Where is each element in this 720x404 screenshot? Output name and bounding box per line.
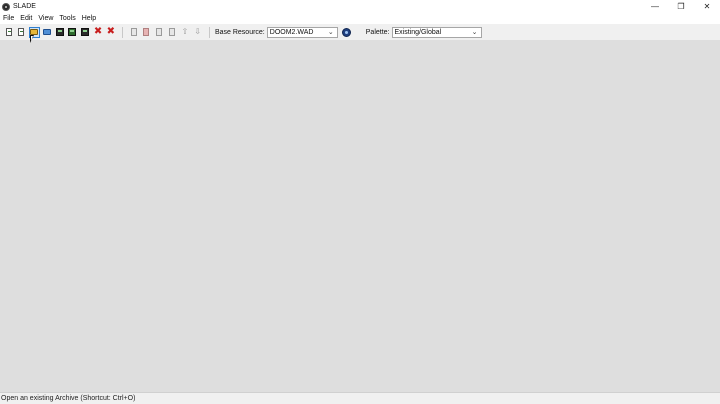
window-title: SLADE: [13, 3, 36, 10]
toolbar: ✖ ✖ ⇧ ⇩ Base Resource: DOOM2.WAD ⌄ Palet…: [0, 24, 720, 40]
slade-app-icon: [2, 2, 10, 11]
close-all-icon: ✖: [106, 26, 116, 37]
save-as-button[interactable]: [67, 27, 78, 38]
export-entry-icon: [169, 28, 176, 36]
new-wad-icon: [5, 28, 12, 36]
chevron-down-icon: ⌄: [471, 28, 478, 36]
menu-file[interactable]: File: [3, 15, 14, 22]
new-entry-icon: [130, 28, 137, 36]
save-all-button[interactable]: [80, 27, 91, 38]
save-all-icon: [81, 28, 90, 36]
base-resource-select[interactable]: DOOM2.WAD ⌄: [266, 26, 338, 38]
move-down-button[interactable]: ⇩: [192, 27, 203, 38]
delete-entry-icon: [143, 28, 150, 36]
menu-help[interactable]: Help: [82, 15, 96, 22]
new-entry-button[interactable]: [128, 27, 139, 38]
close-all-button[interactable]: ✖: [105, 27, 116, 38]
mouse-cursor-icon: [30, 35, 38, 43]
import-entry-icon: [156, 28, 163, 36]
import-entry-button[interactable]: [154, 27, 165, 38]
move-up-button[interactable]: ⇧: [179, 27, 190, 38]
title-bar: SLADE — ❐ ✕: [0, 0, 720, 13]
palette-value: Existing/Global: [394, 28, 442, 36]
menu-view[interactable]: View: [38, 15, 53, 22]
chevron-down-icon: ⌄: [327, 28, 334, 36]
restore-button[interactable]: ❐: [668, 0, 694, 13]
close-button[interactable]: ✕: [694, 0, 720, 13]
delete-entry-button[interactable]: [141, 27, 152, 38]
window-controls: — ❐ ✕: [642, 0, 720, 13]
menu-bar: File Edit View Tools Help: [0, 13, 720, 24]
close-archive-button[interactable]: ✖: [93, 27, 104, 38]
base-resource-value: DOOM2.WAD: [269, 28, 314, 36]
toolbar-separator: [122, 26, 124, 38]
save-as-icon: [68, 28, 77, 36]
base-resource-config-button[interactable]: [341, 27, 351, 37]
new-zip-button[interactable]: [16, 27, 27, 38]
save-button[interactable]: [54, 27, 65, 38]
new-zip-icon: [18, 28, 25, 36]
new-archive-button[interactable]: [3, 27, 14, 38]
status-bar: Open an existing Archive (Shortcut: Ctrl…: [0, 392, 720, 404]
palette-select[interactable]: Existing/Global ⌄: [391, 26, 482, 38]
palette-label: Palette:: [365, 28, 390, 36]
save-icon: [55, 28, 64, 36]
arrow-up-icon: ⇧: [181, 27, 189, 36]
main-workspace: [0, 40, 720, 392]
toolbar-separator: [208, 26, 210, 38]
close-archive-icon: ✖: [93, 26, 103, 37]
menu-tools[interactable]: Tools: [59, 15, 75, 22]
export-entry-button[interactable]: [167, 27, 178, 38]
base-resource-label: Base Resource:: [214, 28, 265, 36]
status-text: Open an existing Archive (Shortcut: Ctrl…: [1, 395, 136, 402]
open-directory-button[interactable]: [41, 27, 52, 38]
arrow-down-icon: ⇩: [194, 27, 201, 36]
open-directory-icon: [42, 29, 51, 35]
menu-edit[interactable]: Edit: [20, 15, 32, 22]
minimize-button[interactable]: —: [642, 0, 668, 13]
